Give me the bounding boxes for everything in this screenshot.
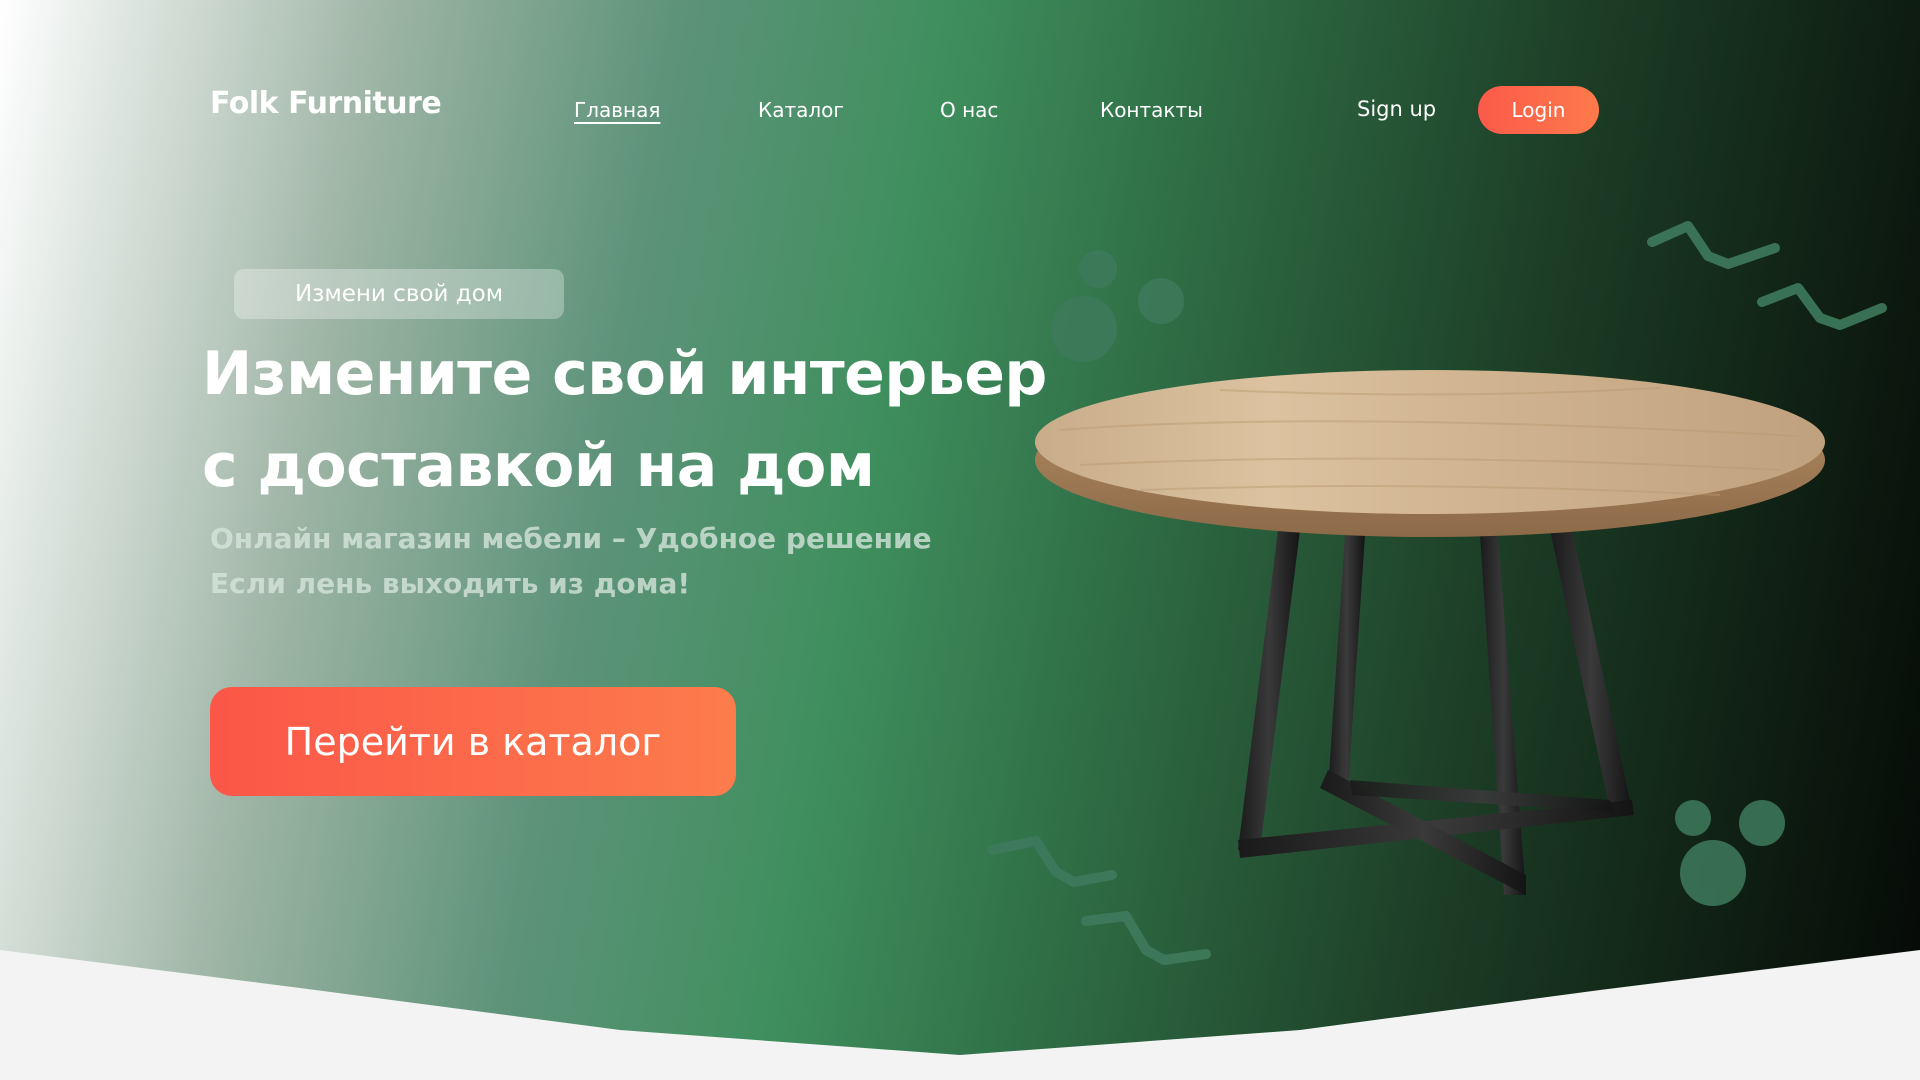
brand-logo[interactable]: Folk Furniture	[210, 86, 442, 121]
headline-line-2: с доставкой на дом	[202, 431, 875, 501]
subtitle-line-1: Онлайн магазин мебели – Удобное решение	[210, 522, 932, 555]
hero-headline: Измените свой интерьер с доставкой на до…	[202, 328, 1047, 512]
go-to-catalog-button[interactable]: Перейти в каталог	[210, 687, 736, 796]
nav-item-about[interactable]: О нас	[940, 98, 998, 122]
nav-item-catalog[interactable]: Каталог	[758, 98, 844, 122]
decor-zigzag	[1647, 221, 1780, 269]
decor-dot	[1079, 250, 1117, 288]
decor-dot	[1138, 278, 1184, 324]
product-table-image	[1020, 370, 1840, 914]
headline-line-1: Измените свой интерьер	[202, 339, 1047, 409]
decor-dot	[1051, 296, 1117, 362]
nav-item-home[interactable]: Главная	[574, 98, 660, 122]
decor-zigzag	[1081, 911, 1211, 965]
decor-zigzag	[1757, 283, 1887, 330]
signup-link[interactable]: Sign up	[1357, 97, 1436, 121]
login-button[interactable]: Login	[1478, 86, 1599, 134]
nav-item-contacts[interactable]: Контакты	[1100, 98, 1203, 122]
hero-tag: Измени свой дом	[234, 269, 564, 319]
subtitle-line-2: Если лень выходить из дома!	[210, 567, 691, 600]
hero-subtitle: Онлайн магазин мебели – Удобное решение …	[210, 516, 970, 606]
